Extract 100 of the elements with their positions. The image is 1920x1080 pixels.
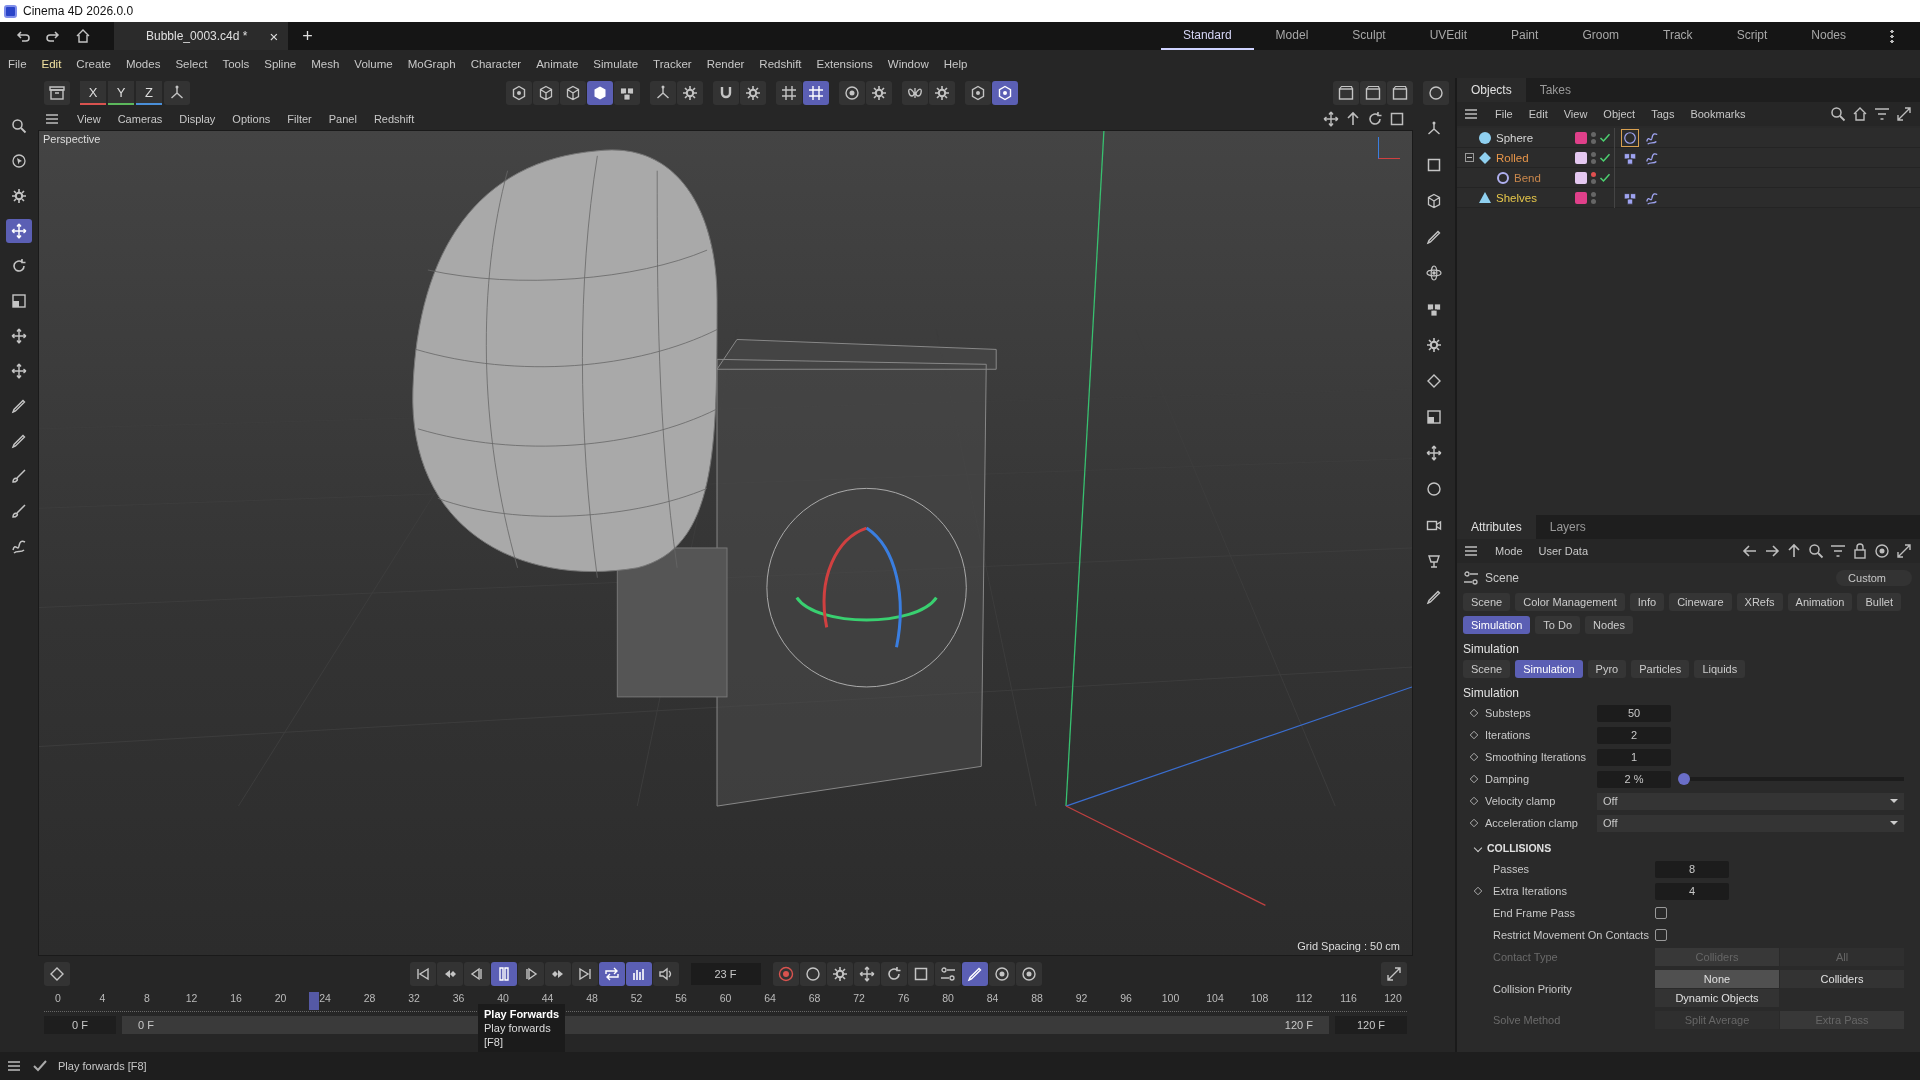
number-field[interactable]: 50 — [1597, 704, 1671, 722]
menu-item[interactable]: Edit — [41, 58, 62, 70]
option-button[interactable]: Colliders — [1780, 970, 1904, 988]
layer-color-swatch[interactable] — [1575, 151, 1587, 164]
page-tab[interactable]: Pyro — [1587, 660, 1627, 678]
object-row[interactable]: Shelves — [1457, 188, 1920, 208]
option-button[interactable]: Dynamic Objects — [1655, 989, 1779, 1007]
axis-toggle-button[interactable]: Z — [136, 81, 162, 105]
layer-color-swatch[interactable] — [1575, 191, 1587, 204]
menu-item[interactable]: Extensions — [816, 58, 873, 70]
settings-button[interactable] — [934, 962, 961, 986]
slider-thumb[interactable] — [1677, 773, 1690, 785]
panel-tab[interactable]: Objects — [1457, 78, 1526, 102]
page-tab[interactable]: Simulation — [1463, 616, 1531, 634]
diamond-icon[interactable] — [1469, 730, 1479, 740]
panel-tab[interactable]: Layers — [1535, 515, 1600, 539]
dropdown[interactable]: Off — [1597, 814, 1904, 832]
home-icon[interactable] — [1852, 106, 1868, 122]
menu-item[interactable]: Modes — [125, 58, 161, 70]
checkmark-icon[interactable] — [1599, 131, 1611, 144]
page-tab[interactable]: Scene — [1463, 660, 1511, 678]
speaker-button[interactable] — [652, 962, 679, 986]
menu-item[interactable]: Help — [943, 58, 968, 70]
number-field[interactable]: 1 — [1597, 748, 1671, 766]
previous-key-button[interactable] — [436, 962, 463, 986]
menu-icon[interactable] — [1463, 106, 1479, 122]
axis-toggle-button[interactable]: Y — [108, 81, 134, 105]
visibility-dots-icon[interactable] — [1591, 191, 1596, 204]
group-header[interactable]: COLLISIONS — [1463, 836, 1912, 856]
grid-button[interactable] — [775, 81, 802, 105]
visibility-dots-icon[interactable] — [1591, 171, 1596, 184]
target-icon[interactable] — [1874, 543, 1890, 559]
checkmark-icon[interactable] — [1599, 151, 1611, 164]
menu-item[interactable]: Mesh — [311, 58, 340, 70]
menu-item[interactable]: Tools — [222, 58, 250, 70]
gear-button[interactable] — [676, 81, 703, 105]
menu-item[interactable]: Render — [706, 58, 745, 70]
page-tab[interactable]: Scene — [1463, 593, 1511, 611]
menu-item[interactable]: Bookmarks — [1690, 108, 1746, 120]
gear-button[interactable] — [865, 81, 892, 105]
record-button[interactable] — [772, 962, 799, 986]
page-tab[interactable]: Nodes — [1585, 616, 1633, 634]
page-tab[interactable]: Cineware — [1669, 593, 1732, 611]
move-icon[interactable] — [1323, 111, 1339, 127]
checkmark-icon[interactable] — [1599, 171, 1611, 184]
gear-button[interactable] — [826, 962, 853, 986]
target-button[interactable] — [838, 81, 865, 105]
page-tab[interactable]: Simulation — [1515, 660, 1583, 678]
menu-item[interactable]: Tracker — [653, 58, 692, 70]
step-forward-button[interactable] — [517, 962, 544, 986]
new-tab-button[interactable]: + — [292, 25, 323, 47]
diamond-icon[interactable] — [1469, 774, 1479, 784]
gear-button[interactable] — [928, 81, 955, 105]
diamond-icon[interactable] — [1473, 886, 1483, 896]
circle-button[interactable] — [1423, 81, 1449, 105]
lock-icon[interactable] — [1852, 543, 1868, 559]
menu-item[interactable]: MoGraph — [407, 58, 456, 70]
menu-item[interactable]: Character — [470, 58, 522, 70]
gear-button[interactable] — [739, 81, 766, 105]
bars-button[interactable] — [625, 962, 652, 986]
object-row[interactable]: Sphere — [1457, 128, 1920, 148]
page-tab[interactable]: Info — [1629, 593, 1665, 611]
expand-button[interactable] — [1381, 962, 1407, 986]
layout-tab[interactable]: Model — [1253, 22, 1331, 50]
visibility-dots-icon[interactable] — [1591, 151, 1596, 164]
cube-button[interactable] — [532, 81, 559, 105]
menu-item[interactable]: Window — [887, 58, 929, 70]
expand-icon[interactable] — [1896, 106, 1912, 122]
circle-button[interactable] — [799, 962, 826, 986]
option-button[interactable]: None — [1655, 970, 1779, 988]
move-button[interactable] — [6, 219, 32, 243]
menu-item[interactable]: Animate — [536, 58, 579, 70]
loop-button[interactable] — [598, 962, 625, 986]
menu-item[interactable]: Create — [76, 58, 111, 70]
dropdown[interactable]: Off — [1597, 792, 1904, 810]
layout-tab[interactable]: Nodes — [1789, 22, 1868, 50]
search-icon[interactable] — [1808, 543, 1824, 559]
document-tab[interactable]: Bubble_0003.c4d * × — [114, 22, 289, 50]
menu-item[interactable]: File — [8, 58, 27, 70]
hexagon-button[interactable] — [964, 81, 991, 105]
up-arrow-icon[interactable] — [1786, 543, 1802, 559]
diamond-icon[interactable] — [1469, 796, 1479, 806]
number-field[interactable]: 8 — [1655, 860, 1729, 878]
layout-tab[interactable]: Script — [1714, 22, 1790, 50]
cube-button[interactable] — [586, 81, 613, 105]
object-row[interactable]: Rolled — [1457, 148, 1920, 168]
menu-item[interactable]: File — [1495, 108, 1513, 120]
up-arrow-icon[interactable] — [1345, 111, 1361, 127]
diamond-icon[interactable] — [1469, 818, 1479, 828]
pause-button[interactable] — [490, 962, 517, 986]
clapperboard-button[interactable] — [1387, 81, 1413, 105]
forward-arrow-icon[interactable] — [1764, 543, 1780, 559]
axes-button[interactable] — [164, 81, 190, 105]
axes-button[interactable] — [649, 81, 676, 105]
menu-item[interactable]: Redshift — [759, 58, 802, 70]
square-button[interactable] — [907, 962, 934, 986]
filter-icon[interactable] — [1874, 106, 1890, 122]
page-tab[interactable]: Color Management — [1515, 593, 1625, 611]
more-options-icon[interactable] — [1890, 29, 1894, 43]
menu-icon[interactable] — [44, 111, 60, 127]
